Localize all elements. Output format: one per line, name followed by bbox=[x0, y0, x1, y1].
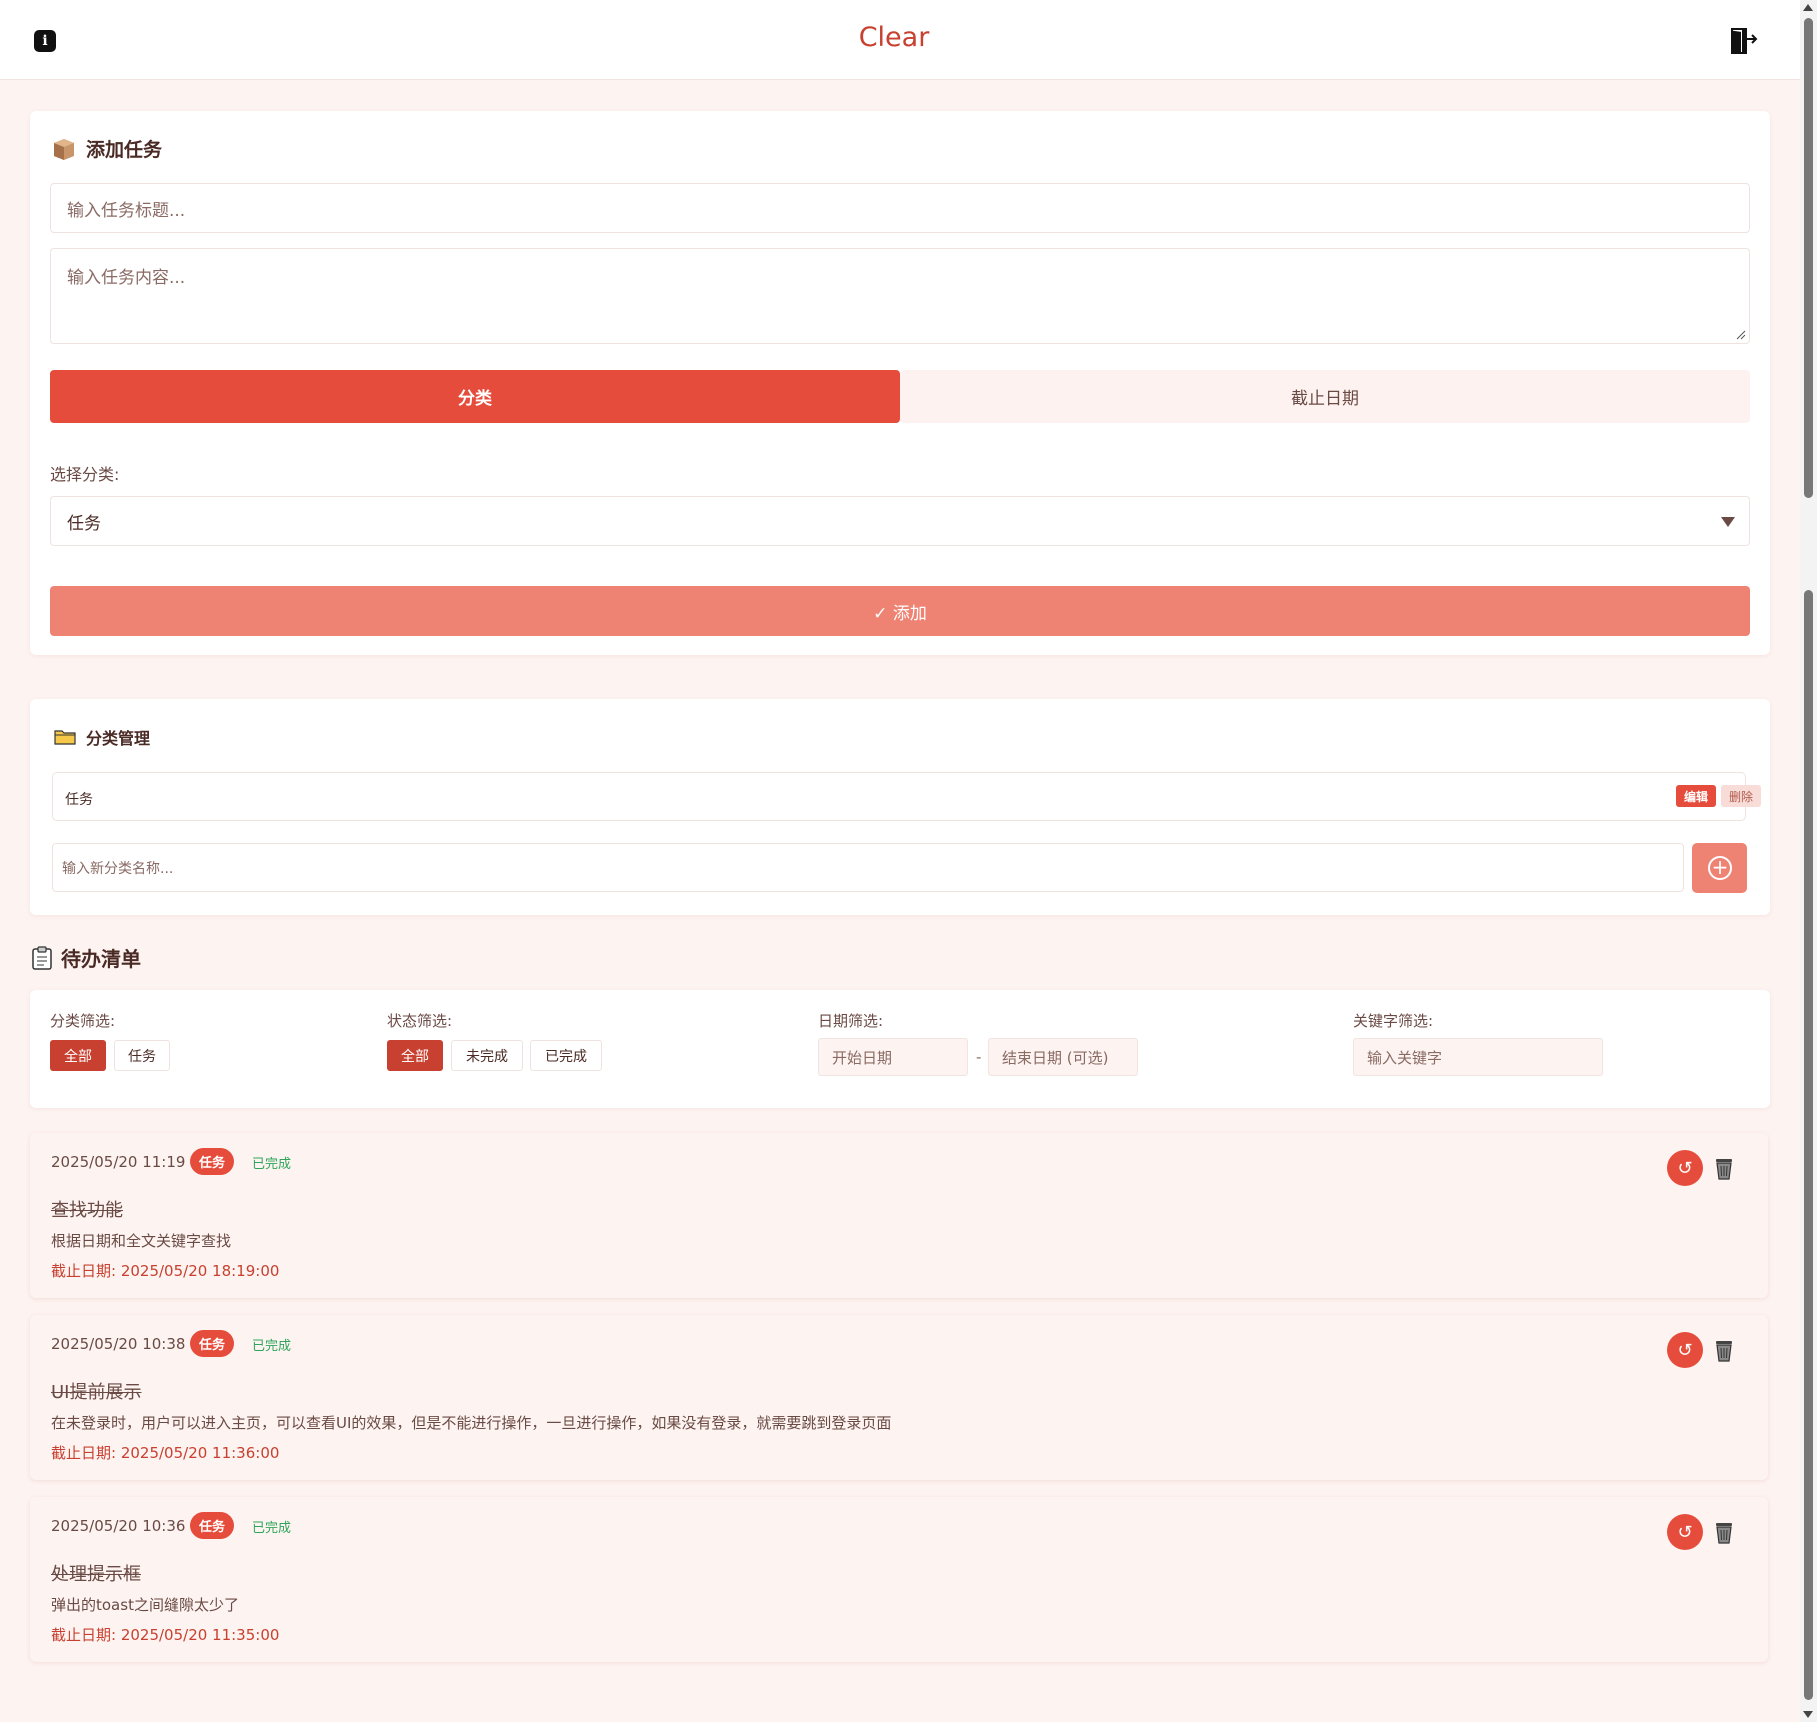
task-created-time: 2025/05/20 11:19 bbox=[51, 1153, 186, 1171]
plus-glyph: + bbox=[1711, 855, 1729, 879]
task-status-badge: 已完成 bbox=[252, 1521, 292, 1536]
task-category-badge: 任务 bbox=[190, 1330, 234, 1357]
todo-list-heading: 待办清单 bbox=[31, 943, 141, 972]
task-content: 弹出的toast之间缝隙太少了 bbox=[51, 1596, 239, 1614]
page-scrollbar[interactable] bbox=[1800, 0, 1817, 1722]
start-date-placeholder: 开始日期 bbox=[832, 1048, 893, 1067]
end-date-input[interactable]: 结束日期 (可选) bbox=[988, 1038, 1138, 1076]
task-title: UI提前展示 bbox=[51, 1382, 142, 1403]
box-icon bbox=[54, 138, 74, 160]
task-deadline: 截止日期: 2025/05/20 11:35:00 bbox=[51, 1626, 280, 1644]
task-status-badge: 已完成 bbox=[252, 1157, 292, 1172]
task-category-badge: 任务 bbox=[190, 1512, 234, 1539]
category-select[interactable]: 任务 bbox=[50, 496, 1750, 546]
category-manage-heading: 分类管理 bbox=[54, 725, 150, 749]
add-category-button[interactable]: + bbox=[1692, 843, 1747, 893]
category-manage-card: 分类管理 任务 编辑 删除 输入新分类名称... + bbox=[30, 699, 1770, 915]
chevron-down-icon bbox=[1721, 517, 1735, 527]
app-title: Clear bbox=[858, 22, 930, 53]
category-manage-heading-text: 分类管理 bbox=[86, 729, 151, 748]
tab-deadline[interactable]: 截止日期 bbox=[900, 370, 1750, 423]
category-filter-label: 分类筛选: bbox=[50, 1012, 116, 1030]
category-name: 任务 bbox=[65, 792, 93, 808]
tab-category-label: 分类 bbox=[458, 389, 492, 409]
category-filter-all-label: 全部 bbox=[64, 1048, 92, 1065]
status-filter-incomplete[interactable]: 未完成 bbox=[451, 1040, 523, 1071]
category-filter-task-label: 任务 bbox=[128, 1048, 156, 1065]
delete-category-button[interactable]: 删除 bbox=[1721, 785, 1761, 807]
add-task-button[interactable]: ✓ 添加 bbox=[50, 586, 1750, 636]
task-title: 处理提示框 bbox=[51, 1564, 141, 1585]
logout-icon[interactable] bbox=[1728, 26, 1758, 56]
trash-icon[interactable] bbox=[1710, 1336, 1738, 1364]
task-item: 2025/05/20 10:36 任务 已完成 处理提示框 弹出的toast之间… bbox=[30, 1497, 1768, 1662]
scrollbar-track-segment[interactable] bbox=[1804, 590, 1813, 1700]
undo-button[interactable]: ↺ bbox=[1667, 1150, 1703, 1186]
category-filter-task[interactable]: 任务 bbox=[114, 1040, 170, 1071]
edit-category-label: 编辑 bbox=[1683, 789, 1708, 804]
tab-category[interactable]: 分类 bbox=[50, 370, 900, 423]
task-deadline: 截止日期: 2025/05/20 18:19:00 bbox=[51, 1262, 280, 1280]
add-task-card: 添加任务 输入任务标题... 输入任务内容... 分类 截止日期 选择分类: 任… bbox=[30, 111, 1770, 655]
status-filter-label: 状态筛选: bbox=[387, 1012, 453, 1030]
clipboard-icon bbox=[32, 945, 52, 970]
task-title: 查找功能 bbox=[51, 1200, 123, 1221]
status-filter-incomplete-label: 未完成 bbox=[466, 1048, 508, 1065]
trash-icon[interactable] bbox=[1710, 1518, 1738, 1546]
app-header: i Clear bbox=[0, 0, 1800, 80]
task-title-input[interactable]: 输入任务标题... bbox=[50, 183, 1750, 233]
task-content: 根据日期和全文关键字查找 bbox=[51, 1232, 232, 1250]
new-category-input[interactable]: 输入新分类名称... bbox=[52, 843, 1684, 892]
task-content-textarea[interactable]: 输入任务内容... bbox=[50, 248, 1750, 344]
category-row: 任务 编辑 删除 bbox=[52, 772, 1761, 821]
end-date-placeholder: 结束日期 (可选) bbox=[1002, 1048, 1109, 1067]
scroll-up-arrow-icon[interactable] bbox=[1803, 4, 1813, 11]
scrollbar-thumb[interactable] bbox=[1804, 18, 1813, 498]
task-content: 在未登录时，用户可以进入主页，可以查看UI的效果，但是不能进行操作，一旦进行操作… bbox=[51, 1414, 892, 1432]
delete-category-label: 删除 bbox=[1728, 789, 1753, 804]
task-item: 2025/05/20 10:38 任务 已完成 UI提前展示 在未登录时，用户可… bbox=[30, 1315, 1768, 1480]
task-category-badge: 任务 bbox=[190, 1148, 234, 1175]
folder-icon bbox=[54, 730, 76, 745]
resize-handle-icon[interactable] bbox=[1736, 330, 1746, 340]
todo-list-heading-text: 待办清单 bbox=[61, 947, 141, 971]
select-category-label: 选择分类: bbox=[50, 465, 120, 484]
task-item: 2025/05/20 11:19 任务 已完成 查找功能 根据日期和全文关键字查… bbox=[30, 1133, 1768, 1298]
date-filter-label: 日期筛选: bbox=[818, 1012, 884, 1030]
add-task-heading: 添加任务 bbox=[52, 135, 162, 162]
undo-icon: ↺ bbox=[1677, 1521, 1693, 1543]
status-filter-complete[interactable]: 已完成 bbox=[530, 1040, 602, 1071]
tab-deadline-label: 截止日期 bbox=[1291, 389, 1359, 409]
new-category-placeholder: 输入新分类名称... bbox=[62, 860, 174, 877]
undo-icon: ↺ bbox=[1677, 1339, 1693, 1361]
task-title-placeholder: 输入任务标题... bbox=[67, 200, 186, 221]
scroll-down-arrow-icon[interactable] bbox=[1803, 1711, 1813, 1718]
task-created-time: 2025/05/20 10:38 bbox=[51, 1335, 186, 1353]
status-filter-complete-label: 已完成 bbox=[545, 1048, 587, 1065]
status-filter-all-label: 全部 bbox=[401, 1048, 429, 1065]
task-status-badge: 已完成 bbox=[252, 1339, 292, 1354]
undo-icon: ↺ bbox=[1677, 1157, 1693, 1179]
category-select-value: 任务 bbox=[67, 513, 101, 534]
status-filter-all[interactable]: 全部 bbox=[387, 1040, 443, 1071]
keyword-input[interactable]: 输入关键字 bbox=[1353, 1038, 1603, 1076]
undo-button[interactable]: ↺ bbox=[1667, 1514, 1703, 1550]
filter-card: 分类筛选: 全部 任务 状态筛选: 全部 未完成 已完成 日期筛选: 开始日期 … bbox=[30, 990, 1770, 1108]
add-task-heading-text: 添加任务 bbox=[86, 139, 163, 161]
keyword-filter-label: 关键字筛选: bbox=[1353, 1012, 1434, 1030]
task-deadline: 截止日期: 2025/05/20 11:36:00 bbox=[51, 1444, 280, 1462]
start-date-input[interactable]: 开始日期 bbox=[818, 1038, 968, 1076]
edit-category-button[interactable]: 编辑 bbox=[1676, 785, 1716, 807]
keyword-placeholder: 输入关键字 bbox=[1367, 1048, 1443, 1067]
date-separator: - bbox=[976, 1048, 982, 1066]
undo-button[interactable]: ↺ bbox=[1667, 1332, 1703, 1368]
plus-circle-icon: + bbox=[1708, 856, 1732, 880]
task-content-placeholder: 输入任务内容... bbox=[67, 268, 186, 288]
trash-icon[interactable] bbox=[1710, 1154, 1738, 1182]
add-task-button-label: ✓ 添加 bbox=[873, 603, 927, 624]
task-created-time: 2025/05/20 10:36 bbox=[51, 1517, 186, 1535]
category-filter-all[interactable]: 全部 bbox=[50, 1040, 106, 1071]
